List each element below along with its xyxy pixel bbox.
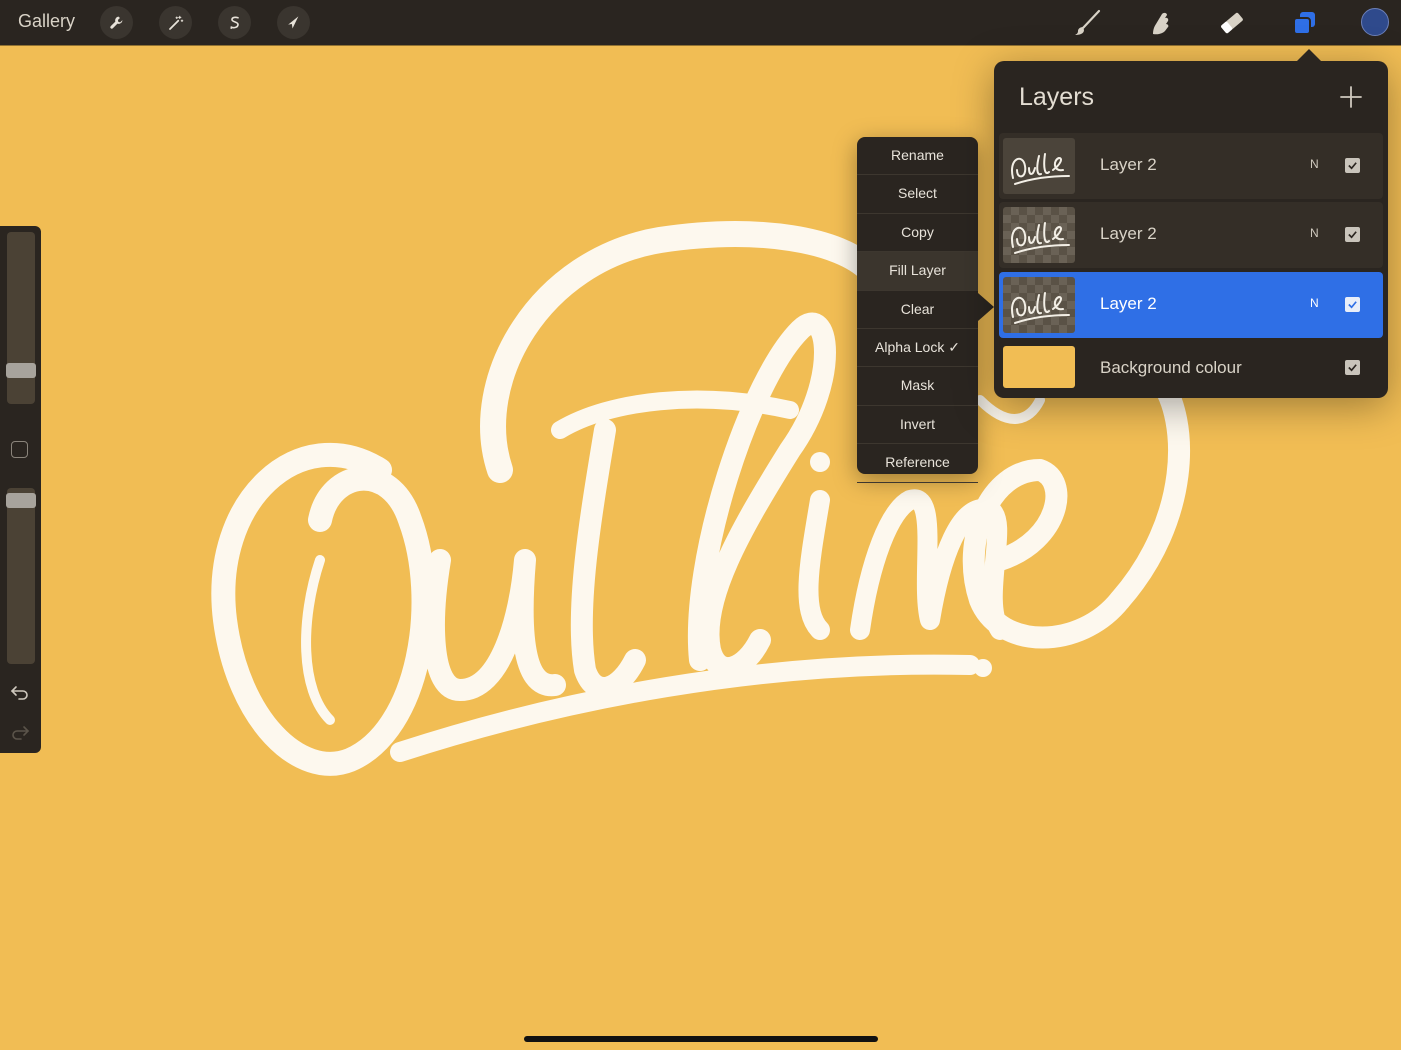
brush-icon[interactable] bbox=[1071, 6, 1105, 40]
selection-s-icon[interactable] bbox=[218, 6, 251, 39]
redo-icon[interactable] bbox=[10, 722, 30, 742]
checkmark-icon bbox=[1348, 231, 1357, 239]
menu-pointer bbox=[978, 293, 994, 321]
menu-item-reference[interactable]: Reference bbox=[857, 444, 978, 483]
eraser-icon[interactable] bbox=[1215, 6, 1249, 40]
layer-row-selected[interactable]: Layer 2 N bbox=[999, 272, 1383, 338]
layers-panel: Layers Layer 2 N Layer 2 N Layer 2 N Bac… bbox=[994, 49, 1388, 398]
layer-name[interactable]: Layer 2 bbox=[1100, 155, 1157, 175]
menu-item-select[interactable]: Select bbox=[857, 175, 978, 214]
layer-row[interactable]: Layer 2 N bbox=[999, 133, 1383, 199]
top-toolbar: Gallery bbox=[0, 0, 1401, 45]
modifier-button[interactable] bbox=[11, 441, 28, 458]
visibility-checkbox[interactable] bbox=[1345, 360, 1360, 375]
layer-options-menu: Rename Select Copy Fill Layer Clear Alph… bbox=[857, 137, 994, 483]
checkmark-icon bbox=[1348, 364, 1357, 372]
smudge-icon[interactable] bbox=[1143, 6, 1177, 40]
layer-name[interactable]: Layer 2 bbox=[1100, 224, 1157, 244]
brush-size-knob[interactable] bbox=[6, 363, 36, 378]
menu-item-alpha-lock[interactable]: Alpha Lock ✓ bbox=[857, 329, 978, 368]
checkmark-icon bbox=[1348, 162, 1357, 170]
magic-wand-icon[interactable] bbox=[159, 6, 192, 39]
arrow-cursor-icon[interactable] bbox=[277, 6, 310, 39]
undo-icon[interactable] bbox=[10, 682, 30, 702]
gallery-button[interactable]: Gallery bbox=[18, 11, 75, 32]
menu-item-rename[interactable]: Rename bbox=[857, 137, 978, 176]
menu-item-copy[interactable]: Copy bbox=[857, 214, 978, 253]
layer-row[interactable]: Layer 2 N bbox=[999, 202, 1383, 268]
add-layer-icon[interactable] bbox=[1339, 85, 1363, 109]
background-colour-swatch[interactable] bbox=[1003, 346, 1075, 388]
layers-icon[interactable] bbox=[1287, 6, 1321, 40]
menu-item-invert[interactable]: Invert bbox=[857, 406, 978, 445]
wrench-icon[interactable] bbox=[100, 6, 133, 39]
blend-mode-button[interactable]: N bbox=[1310, 296, 1319, 310]
left-sidebar bbox=[0, 226, 41, 753]
home-indicator[interactable] bbox=[524, 1036, 878, 1042]
background-layer-row[interactable]: Background colour bbox=[999, 342, 1383, 392]
menu-item-fill-layer[interactable]: Fill Layer bbox=[857, 252, 978, 291]
color-picker-button[interactable] bbox=[1361, 8, 1389, 36]
layer-thumbnail bbox=[1003, 138, 1075, 194]
layer-thumbnail bbox=[1003, 207, 1075, 263]
menu-item-clear[interactable]: Clear bbox=[857, 291, 978, 329]
opacity-knob[interactable] bbox=[6, 493, 36, 508]
layer-name[interactable]: Layer 2 bbox=[1100, 294, 1157, 314]
visibility-checkbox[interactable] bbox=[1345, 297, 1360, 312]
checkmark-icon bbox=[1348, 301, 1357, 309]
visibility-checkbox[interactable] bbox=[1345, 227, 1360, 242]
visibility-checkbox[interactable] bbox=[1345, 158, 1360, 173]
opacity-slider[interactable] bbox=[7, 488, 35, 664]
brush-size-slider[interactable] bbox=[7, 232, 35, 404]
blend-mode-button[interactable]: N bbox=[1310, 157, 1319, 171]
layer-name[interactable]: Background colour bbox=[1100, 358, 1242, 378]
panel-caret bbox=[1297, 49, 1321, 61]
blend-mode-button[interactable]: N bbox=[1310, 226, 1319, 240]
layer-thumbnail bbox=[1003, 277, 1075, 333]
menu-item-mask[interactable]: Mask bbox=[857, 367, 978, 406]
layers-title: Layers bbox=[1019, 83, 1095, 111]
